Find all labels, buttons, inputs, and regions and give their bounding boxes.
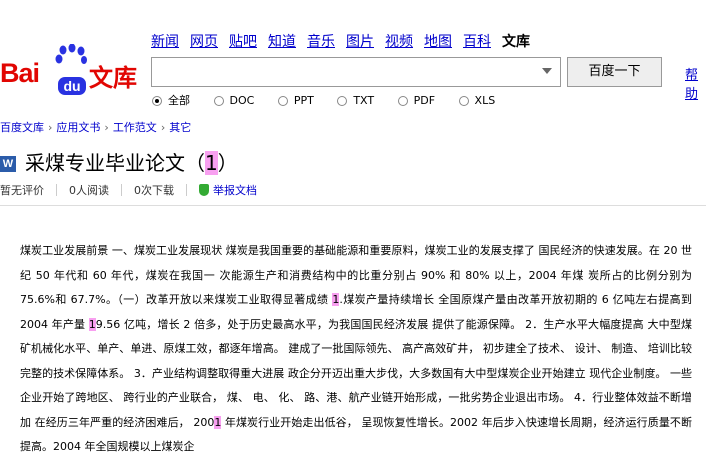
- read-count: 0人阅读: [69, 184, 109, 197]
- radio-icon[interactable]: [337, 96, 348, 106]
- nav-news[interactable]: 新闻: [151, 34, 179, 50]
- search-button[interactable]: 百度一下: [567, 57, 662, 87]
- divider: [0, 205, 706, 206]
- doc-title: 采煤专业毕业论文（1）: [25, 151, 238, 175]
- baidu-wenku-logo[interactable]: Bai du 文库: [0, 38, 142, 95]
- filter-xls[interactable]: XLS: [458, 94, 495, 107]
- dropdown-arrow-icon[interactable]: [542, 68, 552, 74]
- breadcrumb: 百度文库 › 应用文书 › 工作范文 › 其它: [0, 121, 192, 134]
- top-nav: 新闻 网页 贴吧 知道 音乐 图片 视频 地图 百科 文库: [151, 31, 530, 51]
- report-doc-link[interactable]: 举报文档: [213, 184, 257, 197]
- search-input[interactable]: [151, 57, 561, 87]
- radio-icon[interactable]: [213, 96, 224, 106]
- word-doc-icon: W: [0, 156, 16, 172]
- radio-icon[interactable]: [397, 96, 408, 106]
- download-count: 0次下载: [134, 184, 174, 197]
- nav-tieba[interactable]: 贴吧: [229, 34, 257, 50]
- nav-baike[interactable]: 百科: [463, 34, 491, 50]
- nav-music[interactable]: 音乐: [307, 34, 335, 50]
- doc-title-row: W 采煤专业毕业论文（1）: [0, 147, 238, 176]
- doc-body-text: 煤炭工业发展前景 一、煤炭工业发展现状 煤炭是我国重要的基础能源和重要原料，煤炭…: [20, 244, 692, 453]
- nav-wenku-current: 文库: [502, 34, 530, 50]
- breadcrumb-other[interactable]: 其它: [169, 121, 191, 134]
- rating-text: 暂无评价: [0, 184, 44, 197]
- nav-zhidao[interactable]: 知道: [268, 34, 296, 50]
- doc-meta: 暂无评价 0人阅读 0次下载 举报文档: [0, 182, 257, 198]
- radio-selected-icon[interactable]: [152, 96, 162, 106]
- filter-pdf[interactable]: PDF: [397, 94, 435, 107]
- file-type-filters: 全部 DOC PPT TXT PDF XLS: [152, 92, 515, 108]
- breadcrumb-wenku[interactable]: 百度文库: [0, 121, 44, 134]
- breadcrumb-applied-docs[interactable]: 应用文书: [56, 121, 100, 134]
- filter-all[interactable]: 全部: [152, 92, 190, 108]
- logo-du-text: du: [58, 77, 86, 95]
- filter-txt[interactable]: TXT: [337, 94, 374, 107]
- radio-icon[interactable]: [458, 96, 469, 106]
- radio-icon[interactable]: [277, 96, 288, 106]
- filter-ppt[interactable]: PPT: [277, 94, 314, 107]
- nav-web[interactable]: 网页: [190, 34, 218, 50]
- breadcrumb-work-samples[interactable]: 工作范文: [113, 121, 157, 134]
- help-link[interactable]: 帮助: [685, 64, 706, 102]
- filter-doc[interactable]: DOC: [213, 94, 254, 107]
- nav-images[interactable]: 图片: [346, 34, 374, 50]
- paw-logo-icon: [55, 44, 87, 64]
- logo-bai-text: Bai: [0, 58, 40, 88]
- logo-wenku-text: 文库: [89, 64, 137, 92]
- nav-video[interactable]: 视频: [385, 34, 413, 50]
- nav-map[interactable]: 地图: [424, 34, 452, 50]
- shield-icon: [199, 184, 209, 196]
